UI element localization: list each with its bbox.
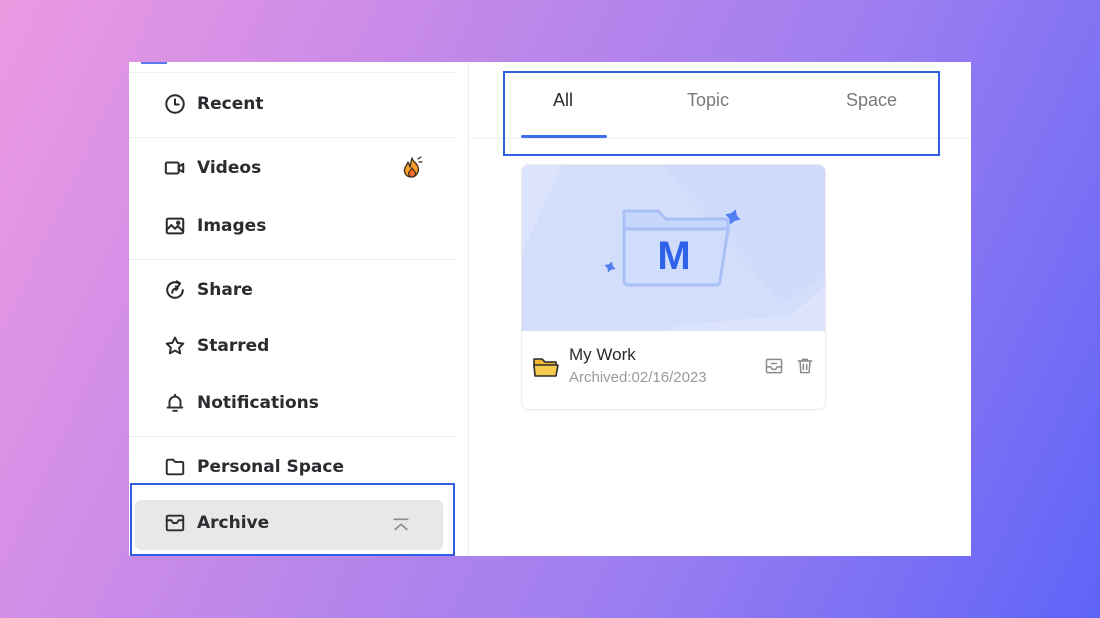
sidebar: Recent Videos Images Share Starred Notif…: [129, 62, 469, 556]
tab-space[interactable]: Space: [846, 90, 897, 120]
share-icon: [163, 278, 187, 302]
app-window: Recent Videos Images Share Starred Notif…: [129, 62, 971, 556]
sidebar-item-label: Recent: [197, 94, 264, 114]
archived-item-card[interactable]: M My Work Archived:02/16/2023: [521, 164, 826, 410]
sidebar-item-label: Notifications: [197, 393, 319, 413]
hot-flame-icon: [399, 155, 425, 183]
card-archived-date: Archived:02/16/2023: [569, 369, 707, 386]
tab-all[interactable]: All: [553, 90, 573, 120]
sidebar-item-label: Starred: [197, 336, 270, 356]
card-footer: My Work Archived:02/16/2023: [522, 331, 825, 409]
thumbnail-letter: M: [657, 234, 690, 278]
sidebar-top-mark: [141, 62, 167, 64]
sidebar-divider: [129, 137, 455, 138]
sidebar-item-label: Images: [197, 216, 267, 236]
card-thumbnail: M: [522, 165, 825, 331]
unarchive-icon[interactable]: [763, 355, 785, 377]
sidebar-item-videos[interactable]: Videos: [163, 154, 261, 182]
sidebar-item-personal-space[interactable]: Personal Space: [163, 453, 344, 481]
sidebar-item-label: Share: [197, 280, 253, 300]
clock-icon: [163, 92, 187, 116]
trash-icon[interactable]: [794, 355, 816, 377]
sidebar-item-starred[interactable]: Starred: [163, 332, 269, 360]
star-icon: [163, 334, 187, 358]
sidebar-item-label: Archive: [197, 513, 270, 533]
sidebar-item-archive[interactable]: Archive: [163, 509, 269, 537]
tab-topic[interactable]: Topic: [687, 90, 729, 120]
video-icon: [163, 156, 187, 180]
image-icon: [163, 214, 187, 238]
sidebar-divider: [129, 259, 455, 260]
card-title: My Work: [569, 345, 636, 364]
sidebar-item-notifications[interactable]: Notifications: [163, 389, 319, 417]
sidebar-divider: [129, 436, 455, 437]
sidebar-item-recent[interactable]: Recent: [163, 90, 263, 118]
sidebar-item-images[interactable]: Images: [163, 212, 266, 240]
tab-bar: All Topic Space: [469, 62, 971, 139]
bell-icon: [163, 391, 187, 415]
yellow-folder-icon: [532, 355, 560, 379]
sidebar-item-label: Personal Space: [197, 457, 344, 477]
archive-icon: [163, 511, 187, 535]
active-tab-indicator: [521, 135, 607, 138]
collapse-up-icon[interactable]: [389, 514, 413, 538]
sidebar-item-label: Videos: [197, 158, 262, 178]
folder-icon: [163, 455, 187, 479]
sidebar-item-share[interactable]: Share: [163, 276, 253, 304]
sidebar-divider: [129, 72, 455, 73]
